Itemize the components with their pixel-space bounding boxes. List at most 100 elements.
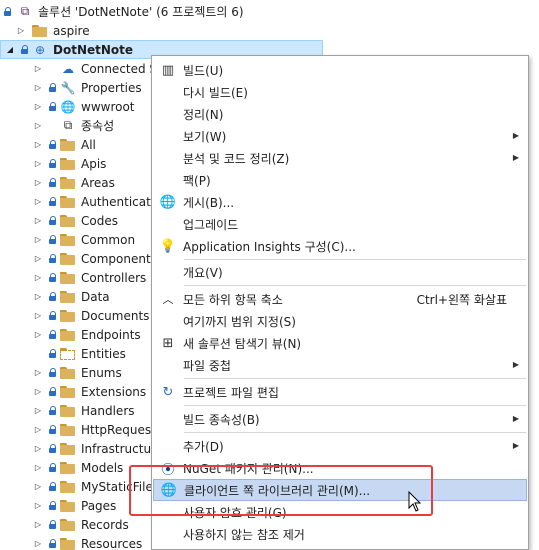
lock-icon [49,424,57,435]
menu-item-file-nesting[interactable]: 파일 중첩 ▶ [153,354,527,376]
menu-item-label: Application Insights 구성(C)... [183,239,356,254]
menu-item-label: 팩(P) [183,173,211,188]
menu-item-add[interactable]: 추가(D) ▶ [153,435,527,457]
menu-item-label: 게시(B)... [183,195,235,210]
folder-icon [60,499,76,512]
chevron-right-icon[interactable]: ▷ [33,140,43,150]
chevron-right-icon[interactable]: ▷ [33,539,43,549]
chevron-right-icon[interactable]: ▷ [33,273,43,283]
folder-icon [32,24,48,37]
chevron-right-icon[interactable]: ▷ [33,501,43,511]
menu-item-clean[interactable]: 정리(N) [153,103,527,125]
solution-node[interactable]: ⧉ 솔루션 'DotNetNote' (6 프로젝트의 6) [0,2,323,21]
menu-item-remove-unused-references[interactable]: 사용하지 않는 참조 제거 [153,523,527,545]
annotation-highlight-box [129,465,433,516]
folder-icon [60,480,76,493]
refresh-icon: ↻ [162,384,174,400]
tree-item-label: HttpRequests [81,422,163,437]
folder-icon [60,366,76,379]
solution-label: 솔루션 'DotNetNote' (6 프로젝트의 6) [38,5,244,19]
menu-item-scope[interactable]: 여기까지 범위 지정(S) [153,310,527,332]
folder-icon [60,214,76,227]
folder-icon [60,157,76,170]
menu-item-build-dependencies[interactable]: 빌드 종속성(B) ▶ [153,408,527,430]
submenu-arrow-icon: ▶ [512,414,519,423]
menu-item-build[interactable]: ▥ 빌드(U) [153,59,527,81]
menu-separator [184,285,526,286]
menu-separator [184,259,526,260]
menu-item-edit-project-file[interactable]: ↻ 프로젝트 파일 편집 [153,381,527,403]
chevron-right-icon[interactable]: ▷ [33,520,43,530]
globe-icon: 🌐 [60,99,76,114]
menu-item-label: 여기까지 범위 지정(S) [183,314,296,329]
folder-icon [60,176,76,189]
menu-item-analyze[interactable]: 분석 및 코드 정리(Z) ▶ [153,147,527,169]
lock-icon [49,348,57,359]
menu-item-new-explorer-view[interactable]: ⊞ 새 솔루션 탐색기 뷰(N) [153,332,527,354]
tree-item-label: wwwroot [81,99,135,114]
folder-icon [60,290,76,303]
chevron-right-icon[interactable]: ▷ [33,368,43,378]
chevron-right-icon[interactable]: ▷ [33,444,43,454]
chevron-right-icon[interactable]: ▷ [33,83,43,93]
menu-item-view[interactable]: 보기(W) ▶ [153,125,527,147]
chevron-right-icon[interactable]: ▷ [33,425,43,435]
shortcut-label: Ctrl+왼쪽 화살표 [416,292,507,307]
lock-icon [49,500,57,511]
submenu-arrow-icon: ▶ [512,153,519,162]
chevron-right-icon[interactable]: ▷ [16,26,26,36]
tree-item-label: Entities [81,346,126,361]
menu-item-label: 다시 빌드(E) [183,85,248,100]
collapse-icon: ︿ [162,293,174,306]
chevron-right-icon[interactable]: ▷ [33,102,43,112]
chevron-right-icon[interactable]: ▷ [33,178,43,188]
chevron-right-icon[interactable]: ▷ [33,235,43,245]
menu-item-label: 프로젝트 파일 편집 [183,385,279,400]
wrench-icon: 🔧 [60,80,76,95]
chevron-right-icon[interactable]: ▷ [33,197,43,207]
tree-item-label: Extensions [81,384,147,399]
lock-icon [49,538,57,549]
tree-item-aspire[interactable]: ▷ aspire [0,21,323,40]
menu-item-publish[interactable]: 🌐 게시(B)... [153,191,527,213]
chevron-right-icon[interactable]: ▷ [33,387,43,397]
menu-item-collapse-all[interactable]: ︿ 모든 하위 항목 축소 Ctrl+왼쪽 화살표 [153,288,527,310]
menu-item-label: 빌드(U) [183,63,224,78]
lock-icon [49,234,57,245]
submenu-arrow-icon: ▶ [512,441,519,450]
dependencies-icon: ⧉ [63,118,73,132]
lock-icon [21,44,29,55]
lock-icon [49,386,57,397]
tree-item-label: Controllers [81,270,147,285]
menu-item-label: 분석 및 코드 정리(Z) [183,151,290,166]
chevron-right-icon[interactable]: ▷ [33,463,43,473]
chevron-right-icon[interactable]: ▷ [33,330,43,340]
menu-item-label: 보기(W) [183,129,227,144]
chevron-right-icon[interactable]: ▷ [33,292,43,302]
menu-item-label: 빌드 종속성(B) [183,412,260,427]
menu-item-label: 파일 중첩 [183,358,231,373]
tree-item-label: Documents [81,308,150,323]
chevron-right-icon[interactable]: ▷ [33,121,43,131]
lock-icon [49,291,57,302]
menu-separator [184,432,526,433]
menu-item-upgrade[interactable]: 업그레이드 [153,213,527,235]
chevron-right-icon[interactable]: ▷ [33,406,43,416]
tree-item-label: Handlers [81,403,135,418]
folder-icon [60,138,76,151]
chevron-down-icon[interactable]: ◢ [5,45,15,55]
mouse-cursor-icon [408,491,422,512]
chevron-right-icon[interactable]: ▷ [33,64,43,74]
menu-item-overview[interactable]: 개요(V) [153,261,527,283]
menu-item-label: 사용하지 않는 참조 제거 [183,527,305,542]
menu-item-pack[interactable]: 팩(P) [153,169,527,191]
menu-item-app-insights[interactable]: 💡 Application Insights 구성(C)... [153,235,527,257]
chevron-right-icon[interactable]: ▷ [33,254,43,264]
tree-item-label: Authenticatio [81,194,162,209]
menu-item-rebuild[interactable]: 다시 빌드(E) [153,81,527,103]
chevron-right-icon[interactable]: ▷ [33,482,43,492]
menu-separator [184,378,526,379]
chevron-right-icon[interactable]: ▷ [33,159,43,169]
chevron-right-icon[interactable]: ▷ [33,216,43,226]
chevron-right-icon[interactable]: ▷ [33,311,43,321]
